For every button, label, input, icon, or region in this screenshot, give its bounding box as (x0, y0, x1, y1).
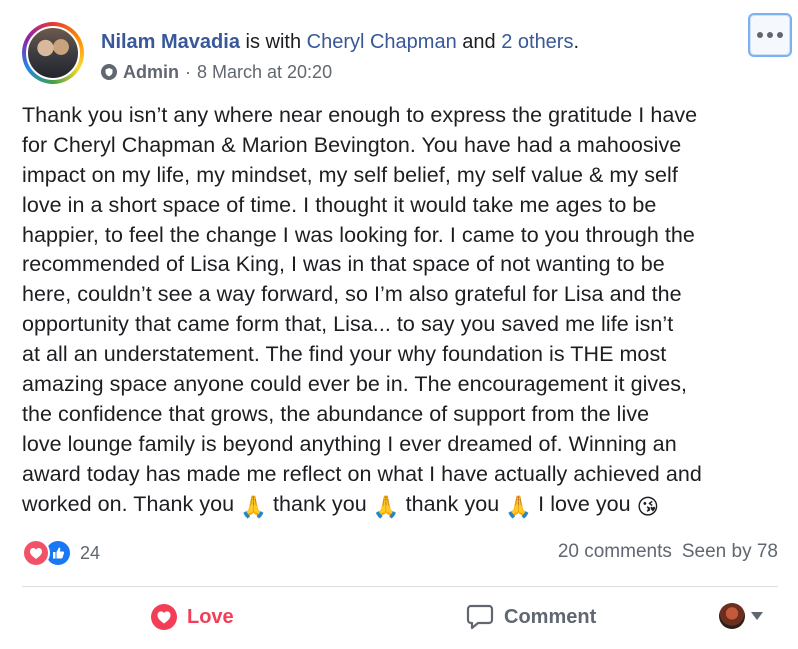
kiss-emoji-icon: 😘 (636, 494, 660, 519)
pray-emoji-icon: 🙏 (240, 494, 267, 519)
with-text: is with (239, 31, 307, 53)
post-line: for Cheryl Chapman & Marion Bevington. Y… (22, 132, 682, 157)
reaction-identity-selector[interactable] (719, 603, 763, 629)
action-divider (22, 586, 778, 587)
pray-emoji-icon: 🙏 (372, 494, 400, 519)
post-stats: 20 comments Seen by 78 (558, 541, 778, 563)
post-line: at all an understatement. The find your … (22, 342, 667, 367)
post-line: love in a short space of time. I thought… (22, 192, 657, 217)
love-button[interactable]: Love (151, 600, 234, 634)
and-text: and (456, 31, 502, 53)
reactions-summary[interactable]: 24 (22, 539, 100, 567)
more-dots-icon (757, 32, 783, 38)
love-button-label: Love (187, 605, 234, 628)
post-options-button[interactable] (748, 13, 792, 57)
comment-count-link[interactable]: 20 comments (558, 541, 672, 563)
post-line: here, couldn’t see a way forward, so I’m… (22, 282, 682, 307)
post-timestamp[interactable]: 8 March at 20:20 (197, 61, 332, 83)
post-line: Thank you isn’t any where near enough to… (22, 103, 698, 127)
reaction-count: 24 (80, 542, 101, 563)
last-line-text-4: I love you (532, 491, 637, 516)
comment-bubble-icon (466, 603, 494, 631)
user-avatar (719, 603, 745, 629)
tagged-person-link[interactable]: Cheryl Chapman (307, 31, 457, 53)
post-message: Thank you isn’t any where near enough to… (22, 101, 792, 519)
comment-button[interactable]: Comment (466, 600, 596, 634)
chevron-down-icon (751, 607, 763, 625)
post-line: the confidence that grows, the abundance… (22, 401, 650, 426)
tagged-others-link[interactable]: 2 others (501, 31, 573, 53)
post-line: impact on my life, my mindset, my self b… (22, 162, 678, 187)
comment-button-label: Comment (504, 605, 597, 628)
post-meta: Admin · 8 March at 20:20 (101, 61, 332, 83)
post-line: award today has made me reflect on what … (22, 461, 702, 486)
post-line: opportunity that came form that, Lisa...… (22, 312, 674, 337)
post-line: love lounge family is beyond anything I … (22, 431, 677, 456)
seen-by-link[interactable]: Seen by 78 (682, 541, 778, 563)
admin-badge-icon (101, 64, 117, 80)
love-heart-icon (151, 604, 177, 630)
author-avatar[interactable] (22, 22, 84, 84)
feed-post: Nilam Mavadia is with Cheryl Chapman and… (0, 0, 798, 649)
meta-separator: · (185, 62, 191, 82)
love-reaction-icon (22, 539, 50, 567)
admin-role-label: Admin (123, 62, 179, 82)
author-name-link[interactable]: Nilam Mavadia (101, 31, 240, 53)
period-text: . (573, 31, 580, 53)
pray-emoji-icon: 🙏 (505, 494, 533, 519)
post-line: happier, to feel the change I was lookin… (22, 222, 695, 247)
last-line-text-2: thank you (267, 491, 373, 516)
last-line-text-1: worked on. Thank you (22, 491, 241, 516)
post-author-line: Nilam Mavadia is with Cheryl Chapman and… (101, 29, 579, 55)
last-line-text-3: thank you (399, 491, 506, 516)
post-last-line: worked on. Thank you 🙏 thank you 🙏 thank… (22, 490, 792, 520)
post-line: amazing space anyone could ever be in. T… (22, 372, 688, 397)
avatar-photo (26, 26, 80, 80)
post-line: recommended of Lisa King, I was in that … (22, 252, 665, 277)
